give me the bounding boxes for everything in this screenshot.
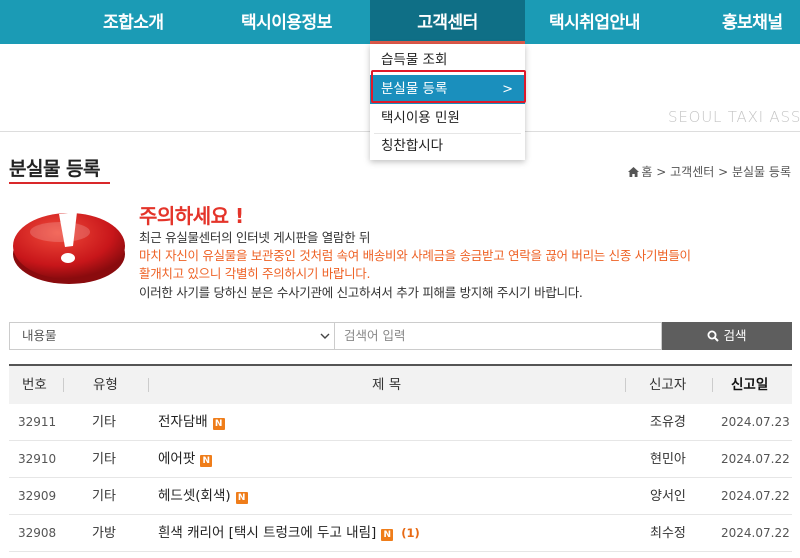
row-number: 32911 [18, 415, 57, 429]
header-date: 신고일 [731, 377, 769, 393]
nav-item-taxi-jobs[interactable]: 택시취업안내 [549, 0, 640, 44]
warning-text-line-1: 최근 유실물센터의 인터넷 게시판을 열람한 뒤 [139, 230, 371, 245]
table-row[interactable]: 32909 기타 헤드셋(회색) N 양서인 2024.07.22 [9, 478, 792, 515]
dropdown-item-label: 택시이용 민원 [381, 110, 460, 126]
dropdown-item-label: 분실물 등록 [381, 81, 448, 97]
row-author: 조유경 [650, 415, 686, 430]
chevron-down-icon [320, 323, 330, 358]
new-badge-icon: N [235, 492, 248, 504]
nav-item-customer-center[interactable]: 고객센터 [370, 0, 525, 44]
row-date: 2024.07.22 [721, 489, 790, 503]
page-title: 분실물 등록 [9, 158, 101, 180]
row-date: 2024.07.22 [721, 526, 790, 540]
warning-text-line-2: 마치 자신이 유실물을 보관중인 것처럼 속여 배송비와 사례금을 송금받고 연… [139, 248, 691, 263]
row-title-cell: 전자담배 N [158, 404, 225, 441]
new-badge-icon: N [381, 529, 394, 541]
search-category-value: 내용물 [22, 328, 57, 343]
row-title-cell: 흰색 캐리어 [택시 트렁크에 두고 내림] N (1) [158, 515, 420, 552]
row-title-cell: 에어팟 N [158, 441, 213, 478]
search-placeholder: 검색어 입력 [344, 328, 406, 343]
row-title-link[interactable]: 헤드셋(회색) [158, 488, 231, 504]
comment-count: (1) [401, 526, 420, 540]
row-title-cell: 헤드셋(회색) N [158, 478, 248, 515]
home-icon [628, 166, 640, 180]
chevron-right-icon: > [502, 82, 513, 97]
header-num: 번호 [22, 377, 47, 393]
row-author: 최수정 [650, 526, 686, 541]
search-icon [707, 330, 720, 342]
dropdown-item-lost-item-register[interactable]: 분실물 등록 > [370, 75, 525, 104]
customer-center-dropdown: 습득물 조회 분실물 등록 > 택시이용 민원 칭찬합시다 [370, 44, 525, 160]
row-title-link[interactable]: 흰색 캐리어 [택시 트렁크에 두고 내림] [158, 525, 376, 541]
row-title-link[interactable]: 전자담배 [158, 414, 208, 430]
dropdown-item-found-items[interactable]: 습득물 조회 [370, 46, 525, 75]
header-author: 신고자 [649, 377, 687, 393]
dropdown-item-compliment[interactable]: 칭찬합시다 [370, 132, 525, 161]
row-title-link[interactable]: 에어팟 [158, 451, 195, 467]
table-row[interactable]: 32910 기타 에어팟 N 현민아 2024.07.22 [9, 441, 792, 478]
row-number: 32909 [18, 489, 57, 503]
row-number: 32908 [18, 526, 57, 540]
row-type: 기타 [92, 489, 116, 504]
dropdown-item-complaint[interactable]: 택시이용 민원 [370, 104, 525, 133]
search-input[interactable]: 검색어 입력 [335, 322, 662, 350]
search-button-label: 검색 [723, 328, 747, 343]
nav-item-union-intro[interactable]: 조합소개 [103, 0, 164, 44]
search-button[interactable]: 검색 [662, 322, 792, 350]
row-date: 2024.07.22 [721, 452, 790, 466]
warning-exclamation-icon [10, 196, 128, 286]
brand-text: SEOUL TAXI ASSO [668, 108, 800, 126]
header-divider [148, 378, 149, 392]
breadcrumb: 홈 > 고객센터 > 분실물 등록 [628, 163, 791, 180]
nav-item-taxi-info[interactable]: 택시이용정보 [241, 0, 332, 44]
header-divider [712, 378, 713, 392]
row-author: 양서인 [650, 489, 686, 504]
table-row[interactable]: 32911 기타 전자담배 N 조유경 2024.07.23 [9, 404, 792, 441]
warning-text-line-4: 이러한 사기를 당하신 분은 수사기관에 신고하셔서 추가 피해를 방지해 주시… [139, 285, 583, 300]
row-type: 기타 [92, 415, 116, 430]
dropdown-item-label: 습득물 조회 [381, 52, 448, 68]
header-divider [63, 378, 64, 392]
new-badge-icon: N [212, 418, 225, 430]
dropdown-item-label: 칭찬합시다 [381, 138, 444, 154]
row-type: 가방 [92, 526, 116, 541]
nav-item-pr-channel[interactable]: 홍보채널 [722, 0, 783, 44]
warning-text-line-3: 활개치고 있으니 각별히 주의하시기 바랍니다. [139, 266, 371, 281]
new-badge-icon: N [200, 455, 213, 467]
table-row[interactable]: 32908 가방 흰색 캐리어 [택시 트렁크에 두고 내림] N (1) 최수정 … [9, 515, 792, 552]
search-category-select[interactable]: 내용물 [9, 322, 335, 350]
header-type: 유형 [93, 377, 118, 393]
header-title: 제 목 [372, 377, 402, 393]
header-divider [625, 378, 626, 392]
title-underline [9, 182, 110, 184]
warning-title: 주의하세요 ! [139, 204, 244, 228]
row-number: 32910 [18, 452, 57, 466]
row-type: 기타 [92, 452, 116, 467]
row-date: 2024.07.23 [721, 415, 790, 429]
breadcrumb-text: 홈 > 고객센터 > 분실물 등록 [641, 165, 791, 179]
table-header: 번호 유형 제 목 신고자 신고일 [9, 364, 792, 404]
top-navigation: 조합소개 택시이용정보 고객센터 택시취업안내 홍보채널 [0, 0, 800, 44]
row-author: 현민아 [650, 452, 686, 467]
